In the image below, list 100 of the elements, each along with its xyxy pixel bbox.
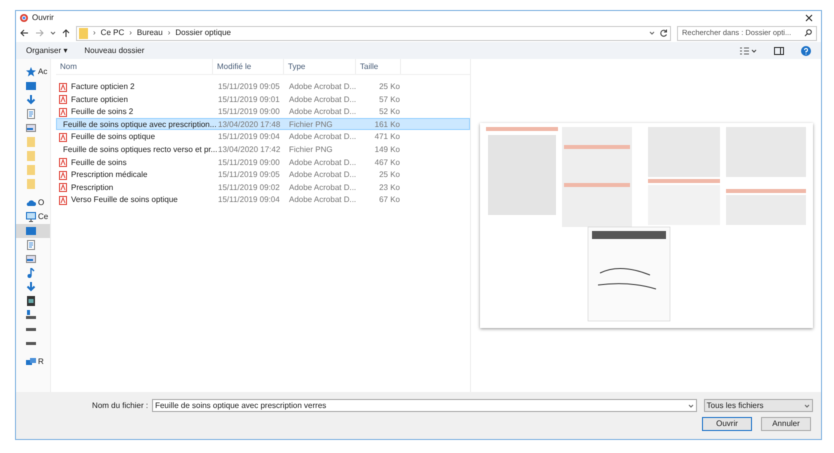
folder-icon <box>79 28 88 38</box>
view-options-icon[interactable] <box>739 46 757 54</box>
refresh-icon[interactable] <box>660 29 668 37</box>
date-cell-text: 15/11/2019 09:00 <box>217 106 281 118</box>
monitor-icon[interactable] <box>26 226 36 236</box>
file-row[interactable]: Prescription médicale 15/11/2019 09:05 Adobe Acrobat D... 25 Ko <box>56 168 470 181</box>
video-icon[interactable] <box>26 296 36 306</box>
back-arrow-icon[interactable] <box>20 29 29 37</box>
type-cell-text: Adobe Acrobat D... <box>288 182 357 194</box>
size-cell-text: 467 Ko <box>374 156 401 169</box>
sidebar-item-highlight[interactable] <box>16 224 50 238</box>
file-row[interactable]: Feuille de soins 2 15/11/2019 09:00 Adobe Acrobat D... 52 Ko <box>56 105 470 118</box>
pdf-file-icon <box>59 170 67 180</box>
size-cell-text: 471 Ko <box>374 131 401 144</box>
close-icon[interactable] <box>805 14 813 22</box>
file-row[interactable]: Prescription 15/11/2019 09:02 Adobe Acrobat D... 23 Ko <box>56 180 470 194</box>
file-row[interactable]: Facture opticien 15/11/2019 09:01 Adobe Acrobat D... 57 Ko <box>56 92 470 106</box>
preview-pane-icon[interactable] <box>774 46 784 54</box>
type-cell-text: Adobe Acrobat D... <box>288 81 357 93</box>
date-cell-text: 15/11/2019 09:05 <box>217 169 281 182</box>
date-cell-text: 15/11/2019 09:02 <box>217 182 281 194</box>
image-icon[interactable] <box>26 123 36 133</box>
down-arrow-icon[interactable] <box>26 95 36 105</box>
type-cell-text: Adobe Acrobat D... <box>288 194 357 206</box>
size-cell-text: 161 Ko <box>374 118 401 131</box>
filename-label: Nom du fichier : <box>91 400 148 412</box>
date-cell-text: 15/11/2019 09:04 <box>217 131 281 144</box>
separator-icon: › <box>168 27 170 39</box>
down-arrow-icon[interactable] <box>26 282 36 292</box>
search-icon <box>804 29 812 37</box>
column-header[interactable]: Taille <box>356 59 401 74</box>
file-name: Feuille de soins <box>71 156 127 169</box>
size-cell-text: 52 Ko <box>378 106 401 118</box>
file-name: Prescription <box>71 182 114 194</box>
file-name: Verso Feuille de soins optique <box>71 194 178 206</box>
file-type-dropdown[interactable]: Tous les fichiers <box>704 399 813 412</box>
file-name: Feuille de soins optique <box>71 131 156 144</box>
size-cell-text: 149 Ko <box>374 144 401 156</box>
date-cell-text: 15/11/2019 09:01 <box>217 94 281 106</box>
breadcrumb-item[interactable]: Bureau <box>136 27 163 39</box>
pdf-file-icon <box>59 183 67 192</box>
open-button[interactable]: Ouvrir <box>702 417 752 431</box>
date-cell-text: 15/11/2019 09:05 <box>217 81 281 93</box>
organize-menu-button[interactable]: Organiser ▾ <box>26 44 68 56</box>
chevron-down-icon[interactable] <box>50 31 56 35</box>
file-row[interactable]: Feuille de soins 15/11/2019 09:00 Adobe Acrobat D... 467 Ko <box>56 156 470 168</box>
music-note-icon[interactable] <box>26 268 36 278</box>
type-cell-text: Adobe Acrobat D... <box>288 106 357 118</box>
sidebar-label[interactable]: R <box>38 356 44 368</box>
file-row[interactable]: Feuille de soins optique 15/11/2019 09:04 Adobe Acrobat D... 471 Ko <box>56 130 470 143</box>
star-icon[interactable] <box>26 67 36 77</box>
filename-field[interactable]: Feuille de soins optique avec prescription verres <box>152 399 697 412</box>
date-cell-text: 15/11/2019 09:00 <box>217 156 281 169</box>
pdf-file-icon <box>59 132 67 142</box>
file-row[interactable]: Feuille de soins optiques recto verso et pr...13/04/2020 17:42 Fichier PNG 149 Ko <box>56 142 470 156</box>
pdf-file-icon <box>59 158 67 168</box>
sidebar-label[interactable]: Ac <box>38 66 48 78</box>
document-icon[interactable] <box>26 240 36 250</box>
file-row[interactable]: Feuille de soins optique avec prescription... 13/04/2020 17:48 Fichier PNG 161 Ko <box>56 118 470 130</box>
cloud-icon[interactable] <box>26 198 36 208</box>
up-arrow-icon[interactable] <box>62 28 70 38</box>
network-icon[interactable] <box>26 357 36 367</box>
chevron-down-icon[interactable] <box>649 31 655 35</box>
pdf-file-icon <box>59 196 67 205</box>
address-bar[interactable]: › Ce PC › Bureau › Dossier optique <box>76 26 671 40</box>
file-name: Facture opticien 2 <box>71 81 135 93</box>
type-cell-text: Adobe Acrobat D... <box>288 131 357 144</box>
file-name: Prescription médicale <box>71 169 148 182</box>
window-title: Ouvrir <box>32 12 54 24</box>
file-name: Feuille de soins 2 <box>71 106 134 118</box>
size-cell-text: 57 Ko <box>378 94 401 106</box>
sidebar-label[interactable]: O <box>38 197 44 209</box>
app-icon <box>20 14 28 22</box>
breadcrumb-item[interactable]: Ce PC <box>100 27 124 39</box>
separator-icon: › <box>93 27 96 39</box>
size-cell-text: 25 Ko <box>378 81 401 93</box>
breadcrumb-item[interactable]: Dossier optique <box>175 27 231 39</box>
type-cell-text: Adobe Acrobat D... <box>288 94 357 106</box>
column-header[interactable]: Type <box>284 59 356 74</box>
file-row[interactable]: Verso Feuille de soins optique 15/11/2019 09:04 Adobe Acrobat D... 67 Ko <box>56 193 470 206</box>
type-cell-text: Adobe Acrobat D... <box>288 156 357 169</box>
chevron-down-icon[interactable] <box>688 404 694 408</box>
type-cell-text: Fichier PNG <box>288 118 334 131</box>
size-cell-text: 67 Ko <box>378 194 401 206</box>
chevron-down-icon[interactable] <box>804 404 810 408</box>
monitor-icon[interactable] <box>26 81 36 91</box>
help-icon[interactable] <box>801 46 811 56</box>
document-icon[interactable] <box>26 109 36 119</box>
column-header[interactable]: Nom <box>56 59 213 74</box>
column-header[interactable]: Modifié le <box>213 59 284 74</box>
file-name: Feuille de soins optique avec prescription... <box>63 118 216 131</box>
computer-icon[interactable] <box>26 212 36 222</box>
cancel-button[interactable]: Annuler <box>761 417 811 431</box>
sidebar-label[interactable]: Ce <box>38 211 48 223</box>
image-icon[interactable] <box>26 254 36 264</box>
file-row[interactable]: Facture opticien 2 15/11/2019 09:05 Adobe Acrobat D... 25 Ko <box>56 80 470 93</box>
new-folder-button[interactable]: Nouveau dossier <box>84 44 144 56</box>
pdf-file-icon <box>59 108 67 117</box>
network-drive-icon[interactable] <box>26 310 36 320</box>
size-cell-text: 25 Ko <box>378 169 401 182</box>
